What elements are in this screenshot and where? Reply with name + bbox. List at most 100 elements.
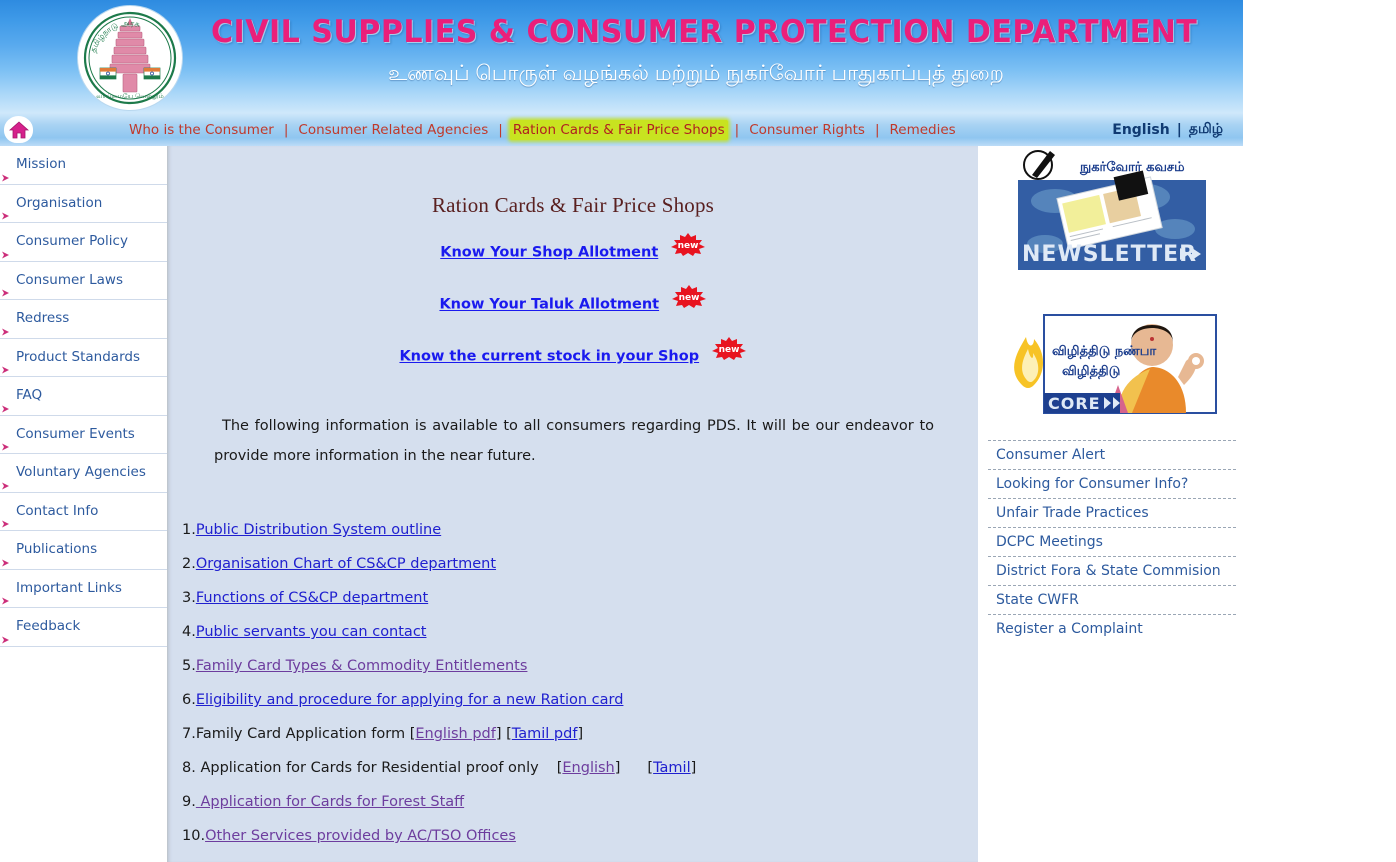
sidebar-item-label: Product Standards: [16, 348, 140, 365]
sidebar-filler: [0, 646, 167, 862]
right-link-register-a-complaint[interactable]: Register a Complaint: [988, 615, 1236, 643]
home-button[interactable]: [4, 116, 33, 143]
list-link-public-distribution-system-outline[interactable]: Public Distribution System outline: [196, 522, 441, 538]
featured-link-know-the-current-stock-in-your-shop[interactable]: Know the current stock in your Shop: [399, 349, 699, 365]
body-wrap: Mission Organisation Consumer Policy Con…: [0, 146, 1243, 862]
right-link-consumer-alert[interactable]: Consumer Alert: [988, 440, 1236, 470]
list-item-number: 10.: [182, 828, 206, 844]
list-item: 10.Other Services provided by AC/TSO Off…: [182, 819, 978, 853]
svg-text:NEWSLETTER: NEWSLETTER: [1022, 242, 1197, 267]
right-link-looking-for-consumer-info[interactable]: Looking for Consumer Info?: [988, 470, 1236, 499]
nav-item-who-is-the-consumer[interactable]: Who is the Consumer: [126, 120, 277, 140]
list-item: 7.Family Card Application form [ English …: [182, 717, 978, 751]
arrow-bullet-icon: [1, 545, 10, 567]
language-separator: |: [1176, 121, 1182, 138]
svg-text:CORE: CORE: [1048, 394, 1101, 413]
right-link-dcpc-meetings[interactable]: DCPC Meetings: [988, 528, 1236, 557]
home-icon: [8, 120, 29, 138]
featured-links: Know Your Shop Allotment new Know Your T…: [168, 233, 978, 371]
sidebar-item-important-links[interactable]: Important Links: [0, 570, 167, 608]
sidebar-item-contact-info[interactable]: Contact Info: [0, 493, 167, 531]
sidebar-item-label: FAQ: [16, 387, 43, 403]
site-header: வாய்மையே வெல்லும் தமிழ்நாடு அரசு CIVIL S…: [0, 0, 1243, 113]
sidebar-item-label: Consumer Policy: [16, 233, 128, 249]
sidebar-item-label: Consumer Events: [16, 425, 135, 442]
sidebar-item-mission[interactable]: Mission: [0, 146, 167, 185]
sidebar-item-label: Redress: [16, 310, 70, 326]
list-item-text: Family Card Application form: [195, 726, 410, 742]
list-link-organisation-chart[interactable]: Organisation Chart of CS&CP department: [196, 556, 496, 572]
nav-item-consumer-rights[interactable]: Consumer Rights: [746, 120, 868, 140]
nav-item-consumer-related-agencies[interactable]: Consumer Related Agencies: [295, 120, 491, 140]
sidebar-item-label: Publications: [16, 541, 98, 557]
sidebar-item-consumer-events[interactable]: Consumer Events: [0, 416, 167, 454]
arrow-bullet-icon: [1, 276, 10, 297]
language-english[interactable]: English: [1112, 122, 1169, 138]
new-badge-icon: new: [671, 284, 707, 313]
featured-link-know-your-taluk-allotment[interactable]: Know Your Taluk Allotment: [439, 297, 659, 313]
page-title: Ration Cards & Fair Price Shops: [431, 193, 715, 217]
list-item-number: 6.: [182, 692, 196, 708]
right-link-state-cwfr[interactable]: State CWFR: [988, 586, 1236, 615]
sidebar-item-product-standards[interactable]: Product Standards: [0, 339, 167, 377]
list-item-number: 3.: [182, 590, 196, 606]
bracket-close: ]: [690, 760, 697, 776]
language-tamil[interactable]: தமிழ்: [1189, 121, 1223, 139]
newsletter-banner[interactable]: நுகர்வோர் கவசம் NEWSLETTER: [1000, 149, 1222, 274]
sidebar-item-label: Contact Info: [16, 502, 99, 519]
nav-separator: |: [874, 121, 880, 138]
sidebar-item-publications[interactable]: Publications: [0, 531, 167, 570]
list-link-eligibility-and-procedure[interactable]: Eligibility and procedure for applying f…: [196, 692, 624, 708]
svg-text:new: new: [678, 293, 699, 303]
nav-separator: |: [734, 121, 740, 138]
list-item: 1.Public Distribution System outline: [182, 513, 978, 547]
arrow-bullet-icon: [1, 507, 10, 528]
list-item-number: 7.: [182, 726, 196, 742]
sidebar-item-label: Mission: [16, 156, 67, 172]
featured-link-know-your-shop-allotment[interactable]: Know Your Shop Allotment: [440, 245, 658, 261]
sidebar-item-faq[interactable]: FAQ: [0, 377, 167, 416]
bracket-open: [: [501, 726, 512, 742]
list-link-residential-proof-tamil[interactable]: Tamil: [653, 760, 691, 776]
main-content: Ration Cards & Fair Price Shops Know You…: [168, 146, 978, 862]
list-link-family-card-form-tamil-pdf[interactable]: Tamil pdf: [512, 726, 578, 742]
list-link-cards-for-forest-staff[interactable]: Application for Cards for Forest Staff: [196, 794, 464, 810]
nav-item-ration-cards-fair-price-shops[interactable]: Ration Cards & Fair Price Shops: [509, 119, 728, 140]
svg-text:விழித்திடு: விழித்திடு: [1062, 364, 1120, 379]
list-link-family-card-types[interactable]: Family Card Types & Commodity Entitlemen…: [196, 658, 528, 674]
bracket-close: ]: [614, 760, 621, 776]
sidebar-item-consumer-laws[interactable]: Consumer Laws: [0, 262, 167, 300]
sidebar-item-label: Organisation: [16, 194, 103, 211]
list-link-public-servants-you-can-contact[interactable]: Public servants you can contact: [196, 624, 427, 640]
featured-row: Know the current stock in your Shop new: [168, 337, 978, 371]
list-item: 5.Family Card Types & Commodity Entitlem…: [182, 649, 978, 683]
svg-text:நுகர்வோர் கவசம்: நுகர்வோர் கவசம்: [1079, 160, 1185, 175]
svg-text:new: new: [677, 241, 698, 251]
nav-links: Who is the Consumer | Consumer Related A…: [126, 113, 959, 146]
right-link-district-fora-state-commision[interactable]: District Fora & State Commision: [988, 557, 1236, 586]
list-item: 8. Application for Cards for Residential…: [182, 751, 978, 785]
sidebar-item-organisation[interactable]: Organisation: [0, 185, 167, 223]
sidebar-item-label: Voluntary Agencies: [16, 464, 146, 480]
right-links-list: Consumer Alert Looking for Consumer Info…: [988, 440, 1236, 643]
featured-row: Know Your Taluk Allotment new: [168, 285, 978, 319]
list-item-number: 9.: [182, 794, 196, 810]
sidebar-item-label: Important Links: [16, 579, 122, 596]
nav-item-remedies[interactable]: Remedies: [887, 120, 959, 140]
list-link-residential-proof-english[interactable]: English: [562, 760, 614, 776]
sidebar-item-consumer-policy[interactable]: Consumer Policy: [0, 223, 167, 262]
new-badge-icon: new: [711, 336, 747, 365]
list-link-functions-of-department[interactable]: Functions of CS&CP department: [196, 590, 428, 606]
arrow-bullet-icon: [1, 353, 10, 374]
core-banner[interactable]: விழித்திடு நண்பா விழித்திடு CORE: [1000, 289, 1222, 427]
right-link-unfair-trade-practices[interactable]: Unfair Trade Practices: [988, 499, 1236, 528]
left-sidebar: Mission Organisation Consumer Policy Con…: [0, 146, 168, 862]
list-link-other-services-ac-tso[interactable]: Other Services provided by AC/TSO Office…: [205, 828, 516, 844]
list-link-family-card-form-english-pdf[interactable]: English pdf: [415, 726, 495, 742]
sidebar-item-redress[interactable]: Redress: [0, 300, 167, 339]
sidebar-item-voluntary-agencies[interactable]: Voluntary Agencies: [0, 454, 167, 493]
arrow-bullet-icon: [1, 468, 10, 490]
new-badge-icon: new: [670, 232, 706, 261]
sidebar-item-feedback[interactable]: Feedback: [0, 608, 167, 647]
site-subtitle-tamil: உணவுப் பொருள் வழங்கல் மற்றும் நுகர்வோர் …: [388, 62, 1004, 85]
